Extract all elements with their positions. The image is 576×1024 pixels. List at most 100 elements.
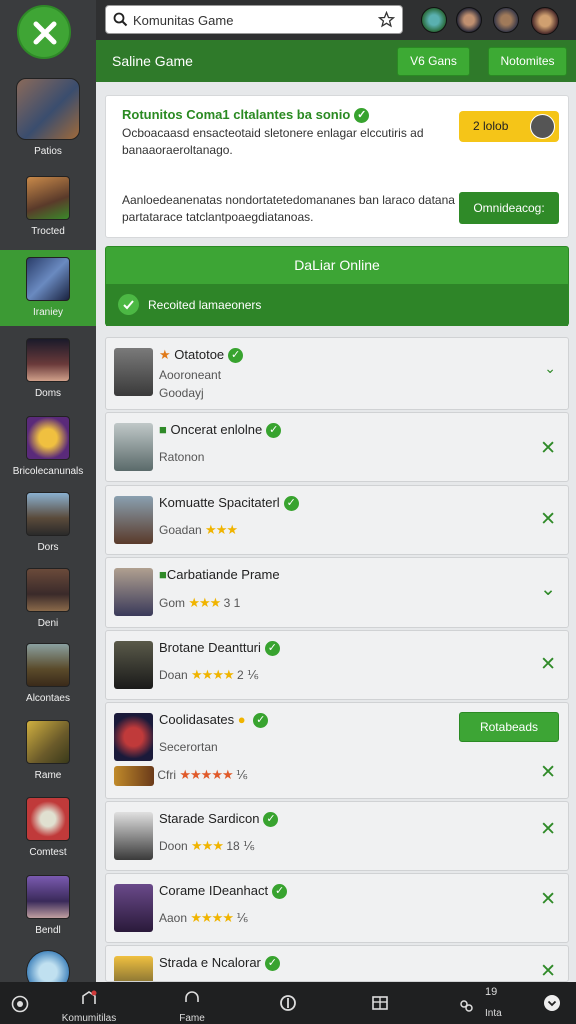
profile-avatar[interactable] xyxy=(531,7,559,35)
game-thumbnail xyxy=(114,956,153,981)
tag-icon: ■ xyxy=(159,422,167,437)
recent-row[interactable]: Recoited lamaeoners xyxy=(106,284,568,326)
nav-more[interactable] xyxy=(540,982,564,1024)
game-thumbnail xyxy=(16,78,80,140)
game-thumbnail xyxy=(26,643,70,687)
sidebar-item-rame[interactable]: Rame xyxy=(0,720,96,796)
game-thumbnail xyxy=(26,720,70,764)
close-icon[interactable]: ✕ xyxy=(540,653,556,676)
list-item[interactable]: Brotane Deantturi ✓ Doan ★★★★ 2 ⅙ ✕ xyxy=(105,630,569,700)
game-rating: Goadan ★★★ xyxy=(159,522,238,537)
nav-shield[interactable] xyxy=(276,982,300,1024)
verified-icon: ✓ xyxy=(264,641,280,657)
game-thumbnail xyxy=(114,568,153,616)
game-rating: Gom ★★★ 3 1 xyxy=(159,595,241,610)
join-button[interactable]: Omnideacog: xyxy=(459,192,559,224)
sidebar-item-dors[interactable]: Dors xyxy=(0,492,96,568)
star-icon[interactable] xyxy=(377,10,396,33)
nav-community[interactable]: Komumitilas xyxy=(56,982,122,1024)
help-button[interactable] xyxy=(8,982,32,1024)
game-thumbnail xyxy=(114,713,153,761)
sidebar-item-deni[interactable]: Deni xyxy=(0,568,96,644)
avatar[interactable] xyxy=(493,7,519,33)
rating-stars: ★★★ xyxy=(205,522,238,537)
nav-inta[interactable]: 19 Inta xyxy=(455,982,505,1024)
game-title: Strada e Ncalorar ✓ xyxy=(159,955,280,972)
game-subtitle: Ratonon xyxy=(159,450,205,464)
sidebar: Patios Trocted Iraniey Doms Bricolecanun… xyxy=(0,0,96,982)
sidebar-item-alcontaes[interactable]: Alcontaes xyxy=(0,643,96,719)
game-thumbnail xyxy=(114,496,153,544)
nav-label: Komumitilas xyxy=(61,1013,117,1024)
rating-stars: ★★★★★ xyxy=(179,767,233,783)
chevron-down-icon[interactable]: ⌄ xyxy=(540,578,556,601)
game-thumbnail xyxy=(26,492,70,536)
list-item[interactable]: Starade Sardicon ✓ Doon ★★★ 18 ⅙ ✕ xyxy=(105,801,569,871)
verified-icon: ✓ xyxy=(264,956,280,972)
sidebar-item-label: Iraniey xyxy=(32,307,63,318)
sidebar-item-patios[interactable]: Patios xyxy=(0,78,96,157)
close-icon[interactable]: ✕ xyxy=(540,761,556,784)
shield-icon xyxy=(280,995,296,1011)
sidebar-item-iraniey[interactable]: Iraniey xyxy=(0,250,96,326)
sidebar-item-label: Comtest xyxy=(29,847,67,858)
search-input[interactable]: Komunitas Game xyxy=(133,13,233,28)
verified-icon: ✓ xyxy=(272,884,288,900)
game-thumbnail xyxy=(114,812,153,860)
section-bar: Saline Game V6 Gans Notomites xyxy=(96,40,576,82)
game-thumbnail xyxy=(26,416,70,460)
rating-value: 3 1 xyxy=(223,596,241,610)
sidebar-item-label: Bendl xyxy=(35,925,61,936)
play-button[interactable]: Rotabeads xyxy=(459,712,559,742)
sidebar-item-bricolecanunals[interactable]: Bricolecanunals xyxy=(0,416,96,492)
rating-stars: ★★★ xyxy=(191,838,224,853)
grid-icon xyxy=(372,996,388,1010)
game-subtitle: Goodayj xyxy=(159,386,204,400)
list-item[interactable]: Coolidasates ● ✓ Secerortan Cfri ★★★★★ ⅙… xyxy=(105,702,569,799)
list-item[interactable]: ■ Oncerat enlolne ✓ Ratonon ✕ xyxy=(105,412,569,482)
list-item[interactable]: ★ Otatotoe ✓ Aooroneant Goodayj ⌄ xyxy=(105,337,569,410)
avatar[interactable] xyxy=(456,7,482,33)
sidebar-item-comtest[interactable]: Comtest xyxy=(0,797,96,873)
game-title: ■Carbatiande Prame xyxy=(159,567,280,582)
headset-icon xyxy=(185,991,199,1002)
close-icon[interactable]: ✕ xyxy=(540,888,556,911)
list-item[interactable]: Strada e Ncalorar ✓ ✕ xyxy=(105,945,569,982)
notifications-button[interactable]: Notomites xyxy=(488,47,567,76)
close-icon[interactable]: ✕ xyxy=(540,818,556,841)
verified-icon: ✓ xyxy=(228,348,244,364)
sidebar-item-more[interactable] xyxy=(0,950,96,982)
xbox-logo-icon[interactable] xyxy=(17,5,71,59)
filter-button[interactable]: V6 Gans xyxy=(397,47,470,76)
list-item[interactable]: ■Carbatiande Prame Gom ★★★ 3 1 ⌄ xyxy=(105,557,569,628)
online-panel[interactable]: DaLiar Online Recoited lamaeoners xyxy=(105,246,569,326)
game-subtitle: Secerortan xyxy=(159,740,218,754)
verified-icon: ✓ xyxy=(266,423,282,439)
close-icon[interactable]: ✕ xyxy=(540,437,556,460)
check-circle-icon xyxy=(118,294,139,315)
search-icon xyxy=(113,12,128,32)
chevron-down-icon[interactable]: ⌄ xyxy=(544,360,556,377)
list-item[interactable]: Corame IDeanhact ✓ Aaon ★★★★ ⅙ ✕ xyxy=(105,873,569,943)
announcement-text: Aanloedeanenatas nondortatetedomananes b… xyxy=(122,193,455,224)
players-button[interactable]: 2 lolob xyxy=(459,111,559,142)
nav-grid[interactable] xyxy=(368,982,392,1024)
help-icon xyxy=(11,995,29,1013)
nav-fame[interactable]: Fame xyxy=(170,982,214,1024)
sidebar-item-label: Patios xyxy=(34,146,62,157)
rating-value: ⅙ xyxy=(235,768,248,783)
close-icon[interactable]: ✕ xyxy=(540,960,556,981)
avatar[interactable] xyxy=(421,7,447,33)
game-title: Coolidasates ● ✓ xyxy=(159,712,269,729)
game-rating: Doan ★★★★ 2 ⅙ xyxy=(159,667,259,682)
online-title: DaLiar Online xyxy=(294,257,380,273)
nav-count: 19 xyxy=(485,986,498,998)
close-icon[interactable]: ✕ xyxy=(540,508,556,531)
sidebar-item-trocted[interactable]: Trocted xyxy=(0,176,96,252)
sidebar-item-label: Dors xyxy=(37,542,59,553)
list-item[interactable]: Komuatte Spacitaterl ✓ Goadan ★★★ ✕ xyxy=(105,485,569,555)
sidebar-item-bendl[interactable]: Bendl xyxy=(0,875,96,951)
sidebar-item-label: Alcontaes xyxy=(26,693,70,704)
sidebar-item-doms[interactable]: Doms xyxy=(0,338,96,414)
search-bar[interactable]: Komunitas Game xyxy=(105,5,403,34)
